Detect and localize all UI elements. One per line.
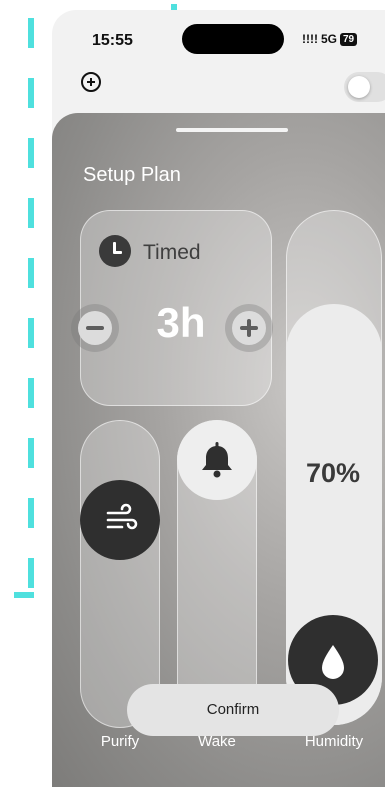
dynamic-island bbox=[182, 24, 284, 54]
clock-icon bbox=[99, 235, 131, 267]
duration-value: 3h bbox=[156, 299, 206, 346]
humidity-fill: 70% bbox=[286, 304, 382, 725]
timed-label: Timed bbox=[143, 241, 201, 264]
purify-slider[interactable] bbox=[80, 420, 160, 728]
minus-icon bbox=[86, 326, 104, 330]
guide-mark-bottom bbox=[14, 592, 34, 598]
timed-card: Timed 3h bbox=[78, 210, 272, 406]
wind-icon bbox=[106, 503, 138, 530]
signal-icon: !!!! bbox=[302, 32, 318, 46]
humidity-value: 70% bbox=[305, 458, 361, 488]
sheet-grabber[interactable] bbox=[176, 128, 288, 132]
decrease-duration-button[interactable] bbox=[78, 311, 112, 345]
confirm-button[interactable]: Confirm bbox=[127, 684, 339, 736]
guide-dashed-line bbox=[28, 18, 34, 598]
add-plus-icon[interactable] bbox=[81, 72, 101, 92]
mode-toggle[interactable] bbox=[344, 72, 385, 102]
toggle-knob bbox=[348, 76, 370, 98]
phone-screen: 15:55 !!!! 5G 79 Setup Plan Timed 3h 70%… bbox=[52, 10, 385, 787]
plus-icon-vertical bbox=[247, 319, 251, 337]
increase-duration-button[interactable] bbox=[232, 311, 266, 345]
wake-slider[interactable] bbox=[177, 420, 257, 728]
wake-knob[interactable] bbox=[177, 420, 257, 500]
network-label: 5G bbox=[320, 32, 337, 46]
status-time: 15:55 bbox=[92, 32, 133, 49]
sheet-title: Setup Plan bbox=[83, 164, 181, 186]
status-indicators: !!!! 5G 79 bbox=[302, 32, 358, 46]
bell-icon bbox=[202, 442, 232, 478]
battery-icon: 79 bbox=[340, 32, 358, 46]
humidity-slider[interactable]: 70% bbox=[286, 210, 382, 725]
purify-knob[interactable] bbox=[80, 480, 160, 560]
